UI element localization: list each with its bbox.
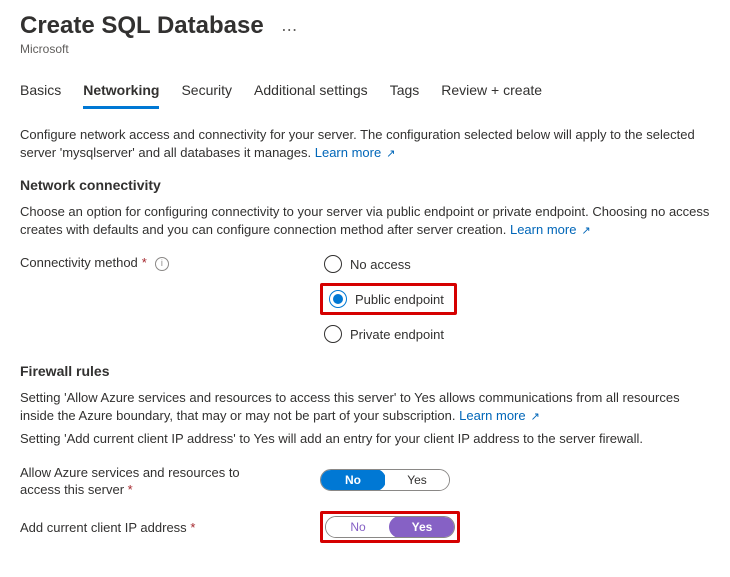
external-link-icon: ↗ bbox=[528, 411, 540, 423]
radio-public-endpoint[interactable]: Public endpoint bbox=[325, 288, 448, 310]
info-icon[interactable]: i bbox=[155, 257, 169, 271]
allow-azure-label: Allow Azure services and resources to ac… bbox=[20, 462, 270, 499]
page-subtitle: Microsoft bbox=[20, 42, 710, 56]
radio-label: No access bbox=[350, 257, 411, 272]
learn-more-link-connectivity[interactable]: Learn more ↗ bbox=[510, 222, 591, 237]
allow-azure-toggle[interactable]: No Yes bbox=[320, 469, 450, 491]
highlight-public-endpoint: Public endpoint bbox=[320, 283, 457, 315]
firewall-desc2: Setting 'Add current client IP address' … bbox=[20, 430, 710, 448]
networking-intro: Configure network access and connectivit… bbox=[20, 126, 710, 163]
toggle-yes[interactable]: Yes bbox=[385, 470, 449, 490]
required-indicator: * bbox=[190, 520, 195, 535]
add-ip-toggle[interactable]: No Yes bbox=[325, 516, 455, 538]
tab-additional-settings[interactable]: Additional settings bbox=[254, 78, 368, 109]
radio-private-endpoint[interactable]: Private endpoint bbox=[320, 323, 457, 345]
section-heading-firewall: Firewall rules bbox=[20, 363, 710, 379]
connectivity-method-radios: No access Public endpoint Private endpoi… bbox=[270, 253, 457, 345]
page-title: Create SQL Database bbox=[20, 12, 264, 40]
radio-circle-icon bbox=[324, 255, 342, 273]
radio-dot-icon bbox=[333, 294, 343, 304]
required-indicator: * bbox=[128, 482, 133, 497]
section-heading-connectivity: Network connectivity bbox=[20, 177, 710, 193]
connectivity-desc: Choose an option for configuring connect… bbox=[20, 203, 710, 240]
learn-more-link-firewall[interactable]: Learn more ↗ bbox=[459, 408, 540, 423]
toggle-no[interactable]: No bbox=[326, 517, 390, 537]
radio-circle-icon bbox=[324, 325, 342, 343]
external-link-icon: ↗ bbox=[383, 148, 395, 160]
tab-bar: Basics Networking Security Additional se… bbox=[20, 78, 710, 110]
tab-basics[interactable]: Basics bbox=[20, 78, 61, 109]
firewall-desc1-text: Setting 'Allow Azure services and resour… bbox=[20, 390, 680, 423]
add-ip-label: Add current client IP address * bbox=[20, 517, 270, 537]
tab-review-create[interactable]: Review + create bbox=[441, 78, 542, 109]
connectivity-desc-text: Choose an option for configuring connect… bbox=[20, 204, 709, 237]
required-indicator: * bbox=[142, 255, 147, 272]
radio-circle-icon bbox=[329, 290, 347, 308]
tab-tags[interactable]: Tags bbox=[390, 78, 420, 109]
external-link-icon: ↗ bbox=[578, 225, 590, 237]
tab-security[interactable]: Security bbox=[181, 78, 232, 109]
radio-label: Public endpoint bbox=[355, 292, 444, 307]
radio-label: Private endpoint bbox=[350, 327, 444, 342]
radio-no-access[interactable]: No access bbox=[320, 253, 457, 275]
toggle-yes[interactable]: Yes bbox=[389, 516, 455, 538]
tab-networking[interactable]: Networking bbox=[83, 78, 159, 109]
firewall-desc1: Setting 'Allow Azure services and resour… bbox=[20, 389, 710, 426]
toggle-no[interactable]: No bbox=[320, 469, 386, 491]
learn-more-link-intro[interactable]: Learn more ↗ bbox=[315, 145, 396, 160]
highlight-add-ip: No Yes bbox=[320, 511, 460, 543]
overflow-menu-icon[interactable]: ⋯ bbox=[281, 22, 297, 39]
connectivity-method-label: Connectivity method * i bbox=[20, 253, 270, 272]
